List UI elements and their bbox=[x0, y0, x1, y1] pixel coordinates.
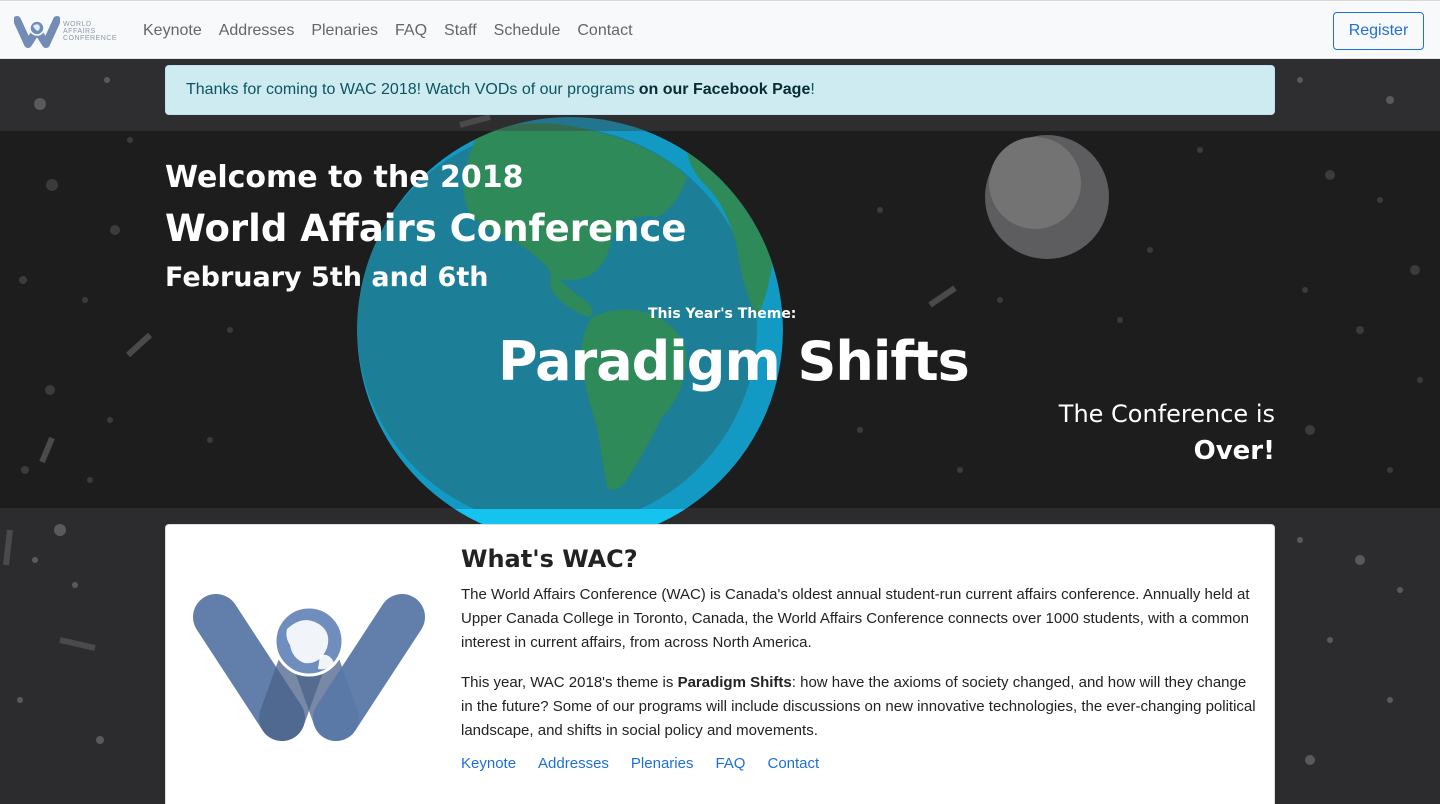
alert-tail: ! bbox=[810, 81, 815, 98]
facebook-page-link[interactable]: on our Facebook Page bbox=[639, 81, 811, 99]
hero-welcome: Welcome to the 2018 bbox=[165, 160, 524, 195]
about-links: Keynote Addresses Plenaries FAQ Contact bbox=[461, 755, 1261, 772]
alert-text: Thanks for coming to WAC 2018! Watch VOD… bbox=[186, 81, 635, 98]
status-line-2: Over! bbox=[1193, 436, 1275, 466]
hero-conference-name: World Affairs Conference bbox=[165, 207, 687, 250]
nav-link-staff[interactable]: Staff bbox=[444, 22, 477, 40]
theme-label: This Year's Theme: bbox=[648, 306, 797, 322]
about-paragraph-2: This year, WAC 2018's theme is Paradigm … bbox=[461, 671, 1261, 743]
brand-wordmark: WORLD AFFAIRS CONFERENCE bbox=[63, 21, 117, 42]
theme-name: Paradigm Shifts bbox=[498, 330, 970, 393]
about-paragraph-2-start: This year, WAC 2018's theme is bbox=[461, 674, 678, 691]
brand-logo[interactable]: WORLD AFFAIRS CONFERENCE bbox=[14, 13, 122, 49]
about-title: What's WAC? bbox=[461, 545, 638, 573]
brand-line-2: AFFAIRS bbox=[63, 27, 96, 35]
wac-logo-icon bbox=[14, 16, 60, 48]
hero-dates: February 5th and 6th bbox=[165, 262, 489, 293]
nav-link-addresses[interactable]: Addresses bbox=[219, 22, 295, 40]
about-link-faq[interactable]: FAQ bbox=[715, 755, 745, 772]
about-theme-bold: Paradigm Shifts bbox=[677, 674, 792, 691]
about-link-plenaries[interactable]: Plenaries bbox=[631, 755, 694, 772]
nav-link-plenaries[interactable]: Plenaries bbox=[311, 22, 378, 40]
nav-links: Keynote Addresses Plenaries FAQ Staff Sc… bbox=[143, 1, 650, 60]
navbar: WORLD AFFAIRS CONFERENCE Keynote Address… bbox=[0, 0, 1440, 59]
brand-line-3: CONFERENCE bbox=[63, 34, 118, 42]
register-button[interactable]: Register bbox=[1333, 12, 1424, 50]
brand-line-1: WORLD bbox=[63, 20, 92, 28]
wac-globe-logo-icon bbox=[193, 594, 425, 741]
nav-link-faq[interactable]: FAQ bbox=[395, 22, 427, 40]
about-content: What's WAC? The World Affairs Conference… bbox=[461, 545, 1261, 772]
about-link-addresses[interactable]: Addresses bbox=[538, 755, 609, 772]
announcement-alert: Thanks for coming to WAC 2018! Watch VOD… bbox=[165, 65, 1275, 115]
about-card: What's WAC? The World Affairs Conference… bbox=[165, 524, 1275, 804]
nav-link-contact[interactable]: Contact bbox=[577, 22, 632, 40]
about-paragraph-1: The World Affairs Conference (WAC) is Ca… bbox=[461, 586, 1250, 651]
status-line-1: The Conference is bbox=[1058, 400, 1275, 428]
nav-link-schedule[interactable]: Schedule bbox=[494, 22, 561, 40]
nav-link-keynote[interactable]: Keynote bbox=[143, 22, 202, 40]
moon-illustration bbox=[985, 135, 1109, 259]
about-link-keynote[interactable]: Keynote bbox=[461, 755, 516, 772]
about-link-contact[interactable]: Contact bbox=[767, 755, 819, 772]
